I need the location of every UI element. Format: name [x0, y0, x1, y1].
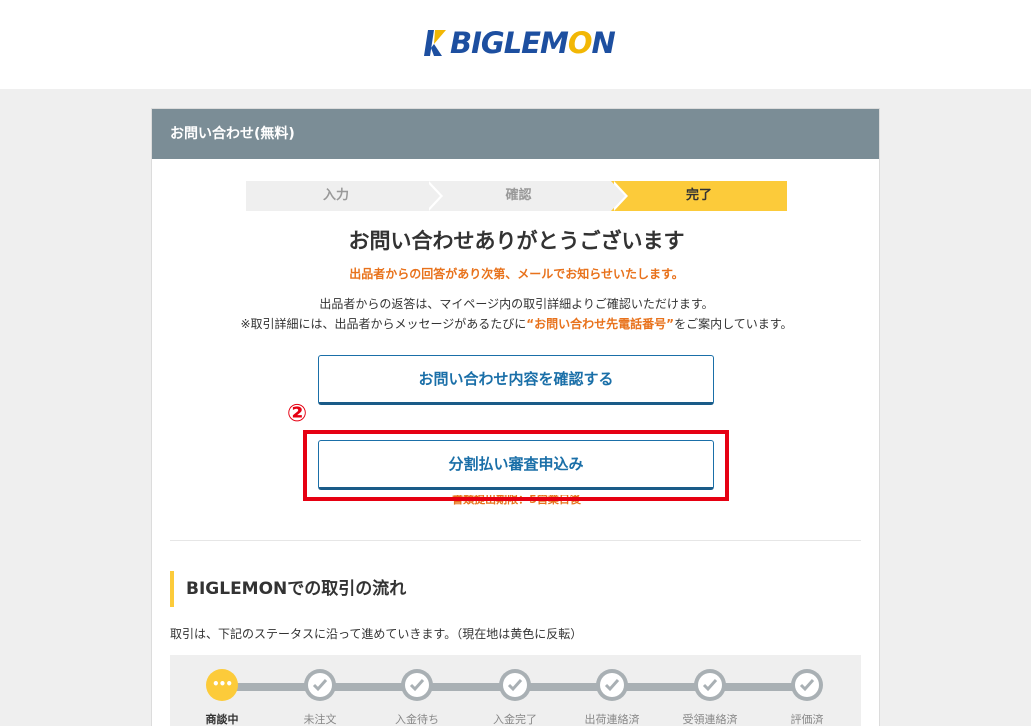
check-icon [596, 669, 628, 701]
inquiry-card: お問い合わせ(無料) 入力 確認 完了 お問い合わせありがとうございます 出品者… [151, 108, 880, 726]
flow-step-rated: 評価済 [767, 669, 847, 726]
step-arrow-icon [426, 181, 440, 211]
biglemon-logo[interactable]: BIGLEMON [424, 26, 616, 60]
site-header: BIGLEMON [0, 0, 1031, 89]
flow-step-negotiating: ••• 商談中 [182, 669, 262, 726]
flow-step-awaiting-payment: 入金待ち [377, 669, 457, 726]
info-text-1: 出品者からの返答は、マイページ内の取引詳細よりご確認いただけます。 [319, 297, 714, 311]
thanks-heading: お問い合わせありがとうございます [348, 229, 685, 253]
flow-step-shipped: 出荷連絡済 [572, 669, 652, 726]
step-input: 入力 [246, 181, 443, 211]
flow-step-not-ordered: 未注文 [280, 669, 360, 726]
flow-step-received: 受領連絡済 [670, 669, 750, 726]
info-text-part: をご案内しています。 [674, 317, 793, 331]
phone-highlight: “お問い合わせ先電話番号” [526, 317, 675, 331]
flow-step-label: 入金待ち [395, 713, 439, 726]
info-text-part: ※取引詳細には、出品者からメッセージがあるたびに [240, 317, 527, 331]
step-label: 入力 [322, 188, 349, 203]
check-icon [304, 669, 336, 701]
logo-text-part: BIGLEM [450, 26, 569, 60]
logo-text-part: N [591, 26, 616, 60]
step-complete: 完了 [611, 181, 787, 211]
flow-step-label: 商談中 [205, 713, 239, 726]
flow-title: BIGLEMONでの取引の流れ [170, 571, 406, 607]
step-label: 完了 [685, 188, 712, 203]
info-text-2: ※取引詳細には、出品者からメッセージがあるたびに“お問い合わせ先電話番号”をご案… [152, 315, 881, 332]
flow-step-label: 出荷連絡済 [584, 713, 640, 726]
flow-step-label: 受領連絡済 [682, 713, 738, 726]
flow-status-bar: ••• 商談中 未注文 入金待ち 入金完了 出荷連絡済 受領連絡済 評価済 [170, 655, 861, 726]
check-icon [401, 669, 433, 701]
step-confirm: 確認 [426, 181, 628, 211]
confirm-inquiry-button[interactable]: お問い合わせ内容を確認する [318, 355, 714, 405]
progress-steps: 入力 確認 完了 [246, 181, 787, 211]
flow-step-label: 未注文 [303, 713, 337, 726]
flow-current-icon: ••• [206, 669, 238, 701]
annotation-highlight-box [303, 430, 729, 501]
step-label: 確認 [505, 188, 532, 203]
divider [170, 540, 861, 541]
check-icon [694, 669, 726, 701]
logo-text: BIGLEMON [450, 26, 616, 60]
step-arrow-icon [611, 181, 625, 211]
logo-text-o: O [567, 26, 593, 60]
flow-step-label: 入金完了 [493, 713, 537, 726]
reply-notice: 出品者からの回答があり次第、メールでお知らせいたします。 [349, 267, 684, 281]
card-title: お問い合わせ(無料) [152, 109, 879, 159]
annotation-marker: ② [286, 399, 308, 427]
logo-mark-icon [424, 28, 446, 58]
check-icon [791, 669, 823, 701]
flow-step-label: 評価済 [790, 713, 824, 726]
check-icon [499, 669, 531, 701]
flow-step-payment-complete: 入金完了 [475, 669, 555, 726]
flow-description: 取引は、下記のステータスに沿って進めていきます。（現在地は黄色に反転） [170, 627, 583, 641]
